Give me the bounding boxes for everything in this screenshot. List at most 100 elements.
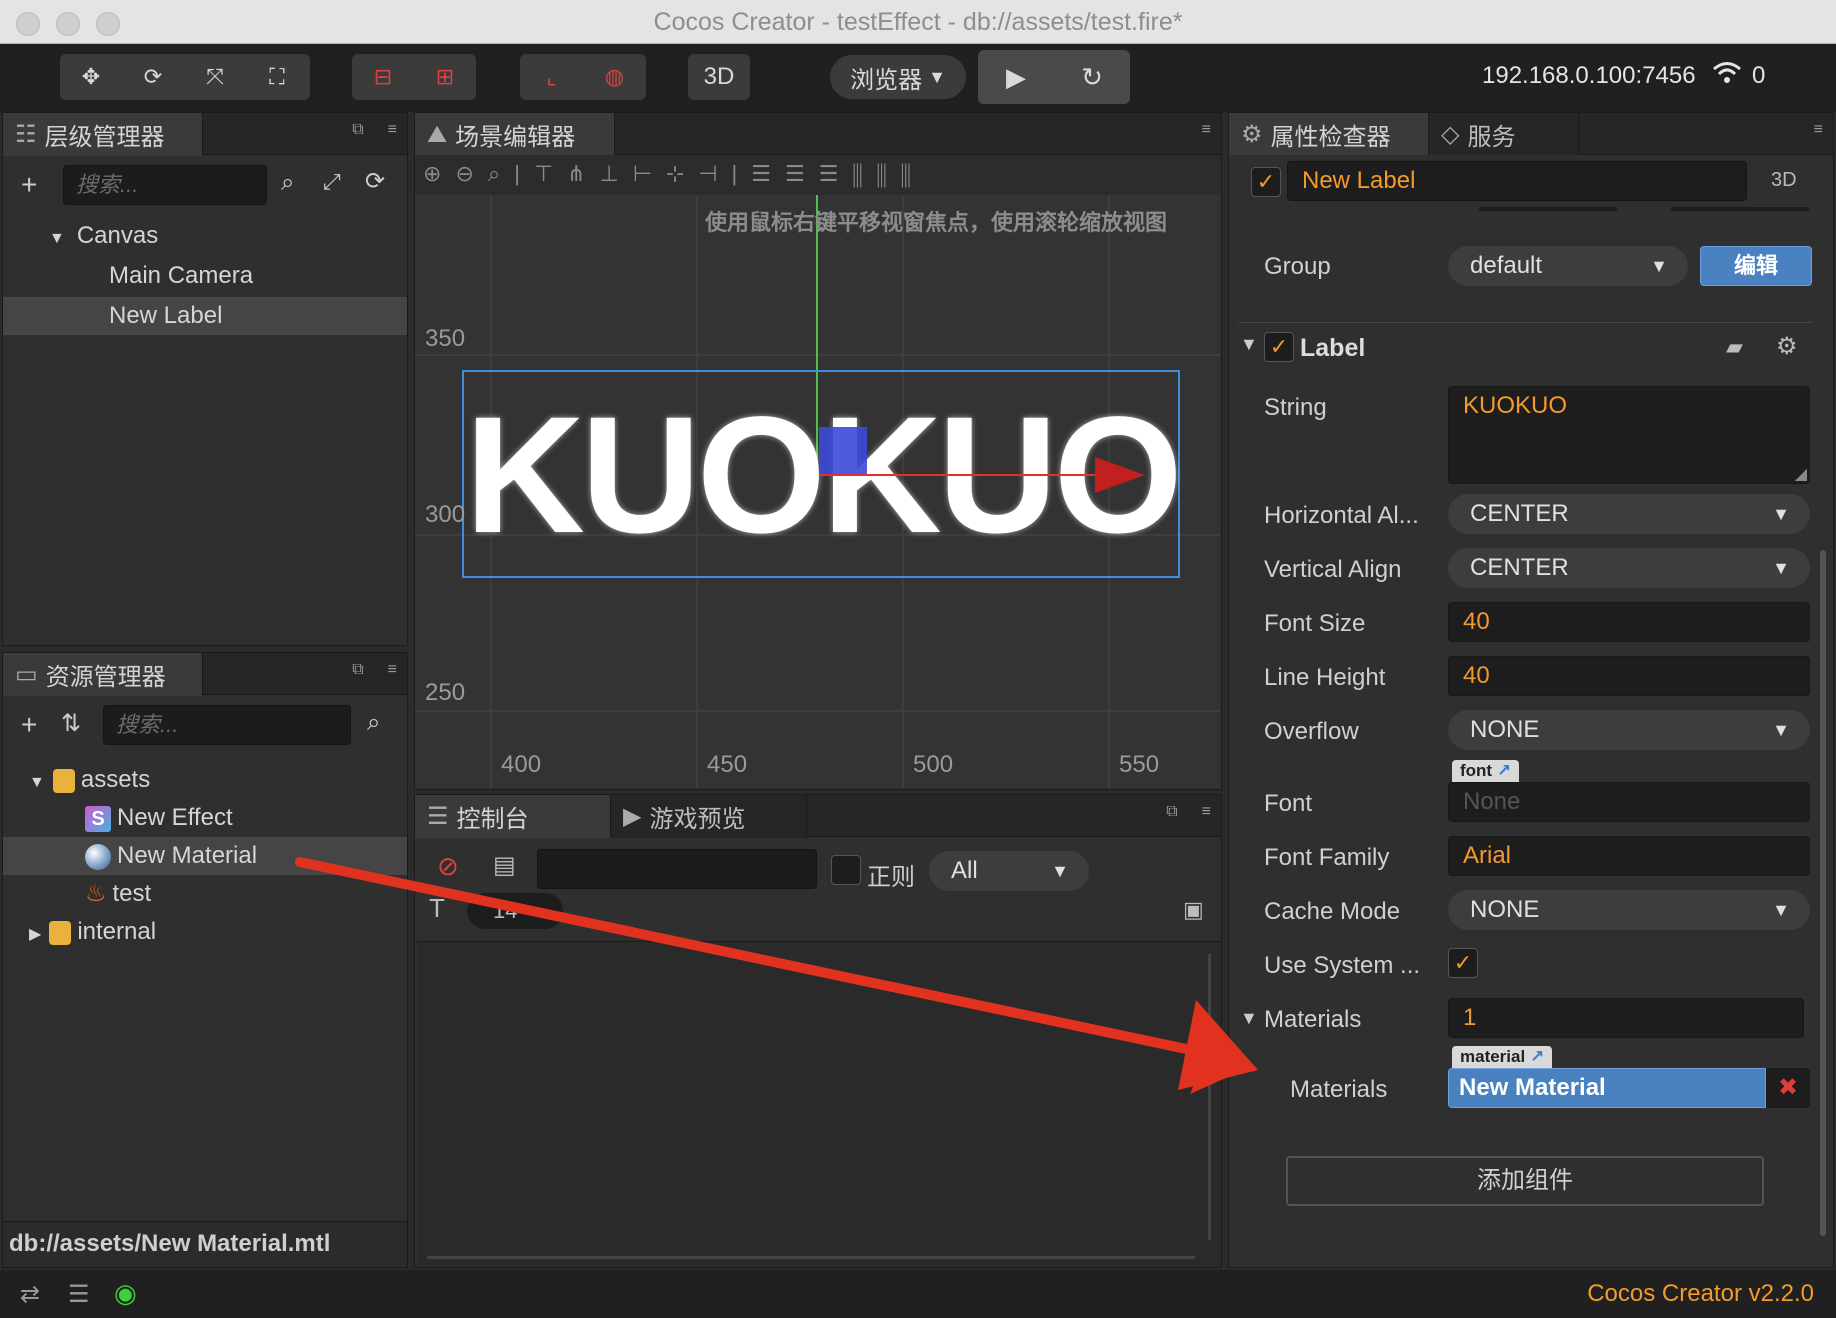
materials-count-field[interactable]: 1: [1448, 998, 1804, 1038]
align-vcenter-icon[interactable]: ⋔: [567, 161, 599, 186]
refresh-icon[interactable]: ⟳: [365, 167, 385, 196]
tree-item-new-label[interactable]: New Label: [3, 297, 407, 335]
distribute-vcenter-icon[interactable]: ☰: [785, 161, 819, 186]
tab-scene-editor[interactable]: ⛰ 场景编辑器: [415, 113, 615, 156]
lineheight-field[interactable]: 40: [1448, 656, 1810, 696]
tree-item-test[interactable]: ♨ test: [85, 875, 151, 913]
node-name-input[interactable]: New Label: [1287, 161, 1747, 201]
string-textarea[interactable]: KUOKUO ◢: [1448, 386, 1810, 484]
tab-services[interactable]: ◇ 服务: [1429, 113, 1579, 156]
zoom-in-icon[interactable]: ⊕: [423, 161, 455, 186]
add-component-button[interactable]: 添加组件: [1286, 1156, 1764, 1206]
help-book-icon[interactable]: ▰: [1726, 334, 1743, 360]
tab-console[interactable]: ☰ 控制台: [415, 795, 611, 838]
collapse-icon[interactable]: ▣: [1183, 897, 1204, 923]
align-left-icon[interactable]: ⊢: [633, 161, 666, 186]
regex-checkbox[interactable]: ✓: [831, 855, 861, 885]
menu-icon[interactable]: ≡: [1814, 121, 1823, 139]
align-bottom-icon[interactable]: ⊥: [600, 161, 633, 186]
sort-icon[interactable]: ⇅: [61, 709, 81, 738]
distribute-bottom-icon[interactable]: ☰: [819, 161, 853, 186]
refresh-icon[interactable]: ↻: [1054, 54, 1130, 100]
global-coords-icon[interactable]: ◍: [583, 54, 646, 100]
tab-game-preview[interactable]: ▶ 游戏预览: [611, 795, 807, 838]
scale-tool-icon[interactable]: ⤧: [184, 54, 246, 100]
popout-icon[interactable]: ⧉: [352, 661, 363, 679]
sync-icon[interactable]: ⇄: [20, 1280, 40, 1309]
center-icon[interactable]: ⊞: [414, 54, 476, 100]
tree-item-internal[interactable]: ▶ internal: [29, 913, 156, 951]
inspector-scrollbar[interactable]: [1820, 550, 1826, 1236]
distribute-top-icon[interactable]: ☰: [751, 161, 785, 186]
database-icon[interactable]: ☰: [68, 1280, 90, 1309]
play-icon[interactable]: ▶: [978, 54, 1054, 100]
font-size-field[interactable]: 14: [467, 893, 563, 929]
local-coords-icon[interactable]: ⌞: [520, 54, 583, 100]
zoom-out-icon[interactable]: ⊖: [455, 161, 487, 186]
align-top-icon[interactable]: ⊤: [534, 161, 567, 186]
distribute-hcenter-icon[interactable]: ⫼: [876, 161, 900, 186]
clear-icon[interactable]: ⊘: [437, 851, 459, 882]
tree-item-new-effect[interactable]: S New Effect: [85, 799, 233, 837]
eye-icon[interactable]: ◉: [114, 1278, 137, 1309]
assets-search-input[interactable]: 搜索...: [103, 705, 351, 745]
menu-icon[interactable]: ≡: [388, 661, 397, 679]
material-asset-field[interactable]: New Material: [1448, 1068, 1766, 1108]
search-icon[interactable]: ⌕: [281, 169, 294, 197]
font-asset-field[interactable]: None: [1448, 782, 1810, 822]
move-tool-icon[interactable]: ✥: [60, 54, 122, 100]
label-enabled-checkbox[interactable]: ✓: [1264, 332, 1294, 362]
group-edit-button[interactable]: 编辑: [1700, 246, 1812, 286]
menu-icon[interactable]: ≡: [1202, 803, 1211, 821]
pivot-icon[interactable]: ⊟: [352, 54, 414, 100]
distribute-right-icon[interactable]: ⫼: [901, 161, 925, 186]
rotate-tool-icon[interactable]: ⟳: [122, 54, 184, 100]
search-icon[interactable]: ⌕: [367, 709, 380, 737]
add-node-icon[interactable]: +: [21, 169, 37, 201]
preview-platform-dropdown[interactable]: 浏览器 ▼: [830, 55, 966, 99]
tab-inspector[interactable]: ⚙ 属性检查器: [1229, 113, 1429, 156]
hierarchy-search-input[interactable]: 搜索...: [63, 165, 267, 205]
cachemode-dropdown[interactable]: NONE ▼: [1448, 890, 1810, 930]
material-type-tag[interactable]: material ↗: [1452, 1046, 1553, 1068]
popout-icon[interactable]: ⧉: [352, 121, 363, 139]
fontfamily-field[interactable]: Arial: [1448, 836, 1810, 876]
tab-hierarchy[interactable]: ☷ 层级管理器: [3, 113, 203, 156]
menu-icon[interactable]: ≡: [1202, 121, 1211, 139]
caret-down-icon[interactable]: ▼: [1240, 334, 1258, 355]
node-3d-toggle[interactable]: 3D: [1771, 169, 1797, 192]
toggle-3d-button[interactable]: 3D: [688, 54, 750, 100]
log-level-dropdown[interactable]: All ▼: [929, 851, 1089, 891]
popout-icon[interactable]: ⧉: [1166, 803, 1177, 821]
caret-down-icon[interactable]: ▼: [1240, 1008, 1258, 1029]
main-toolbar: ✥ ⟳ ⤧ ⛶ ⊟ ⊞ ⌞ ◍ 3D 浏览器 ▼ ▶ ↻ 192.168.0.1…: [0, 44, 1836, 112]
font-label: Font: [1264, 790, 1313, 817]
tree-item-main-camera[interactable]: Main Camera: [109, 257, 253, 295]
group-dropdown[interactable]: default ▼: [1448, 246, 1688, 286]
rect-tool-icon[interactable]: ⛶: [246, 54, 308, 100]
remove-material-icon[interactable]: ✖: [1766, 1068, 1810, 1108]
menu-icon[interactable]: ≡: [388, 121, 397, 139]
add-asset-icon[interactable]: +: [21, 709, 37, 741]
fontsize-field[interactable]: 40: [1448, 602, 1810, 642]
node-active-checkbox[interactable]: ✓: [1251, 167, 1281, 197]
resize-grip-icon[interactable]: ◢: [1795, 467, 1807, 483]
distribute-left-icon[interactable]: ⫼: [852, 161, 876, 186]
tree-item-new-material[interactable]: New Material: [3, 837, 407, 875]
expand-icon[interactable]: ⤢: [323, 169, 341, 195]
overflow-dropdown[interactable]: NONE ▼: [1448, 710, 1810, 750]
tree-item-canvas[interactable]: ▼ Canvas: [49, 217, 158, 255]
font-type-tag[interactable]: font ↗: [1452, 760, 1520, 782]
valign-dropdown[interactable]: CENTER ▼: [1448, 548, 1810, 588]
align-hcenter-icon[interactable]: ⊹: [666, 161, 698, 186]
scene-viewport[interactable]: 使用鼠标右键平移视窗焦点，使用滚轮缩放视图 KUOKUO 350 300 250…: [415, 195, 1221, 789]
tree-item-assets[interactable]: ▼ assets: [29, 761, 150, 799]
open-log-icon[interactable]: ▤: [493, 851, 516, 880]
zoom-reset-icon[interactable]: ⌕: [488, 161, 514, 186]
usesystemfont-checkbox[interactable]: ✓: [1448, 948, 1478, 978]
halign-dropdown[interactable]: CENTER ▼: [1448, 494, 1810, 534]
console-filter-input[interactable]: [537, 849, 817, 889]
tab-assets[interactable]: ▭ 资源管理器: [3, 653, 203, 696]
gear-icon[interactable]: ⚙: [1776, 332, 1798, 361]
align-right-icon[interactable]: ⊣: [698, 161, 731, 186]
